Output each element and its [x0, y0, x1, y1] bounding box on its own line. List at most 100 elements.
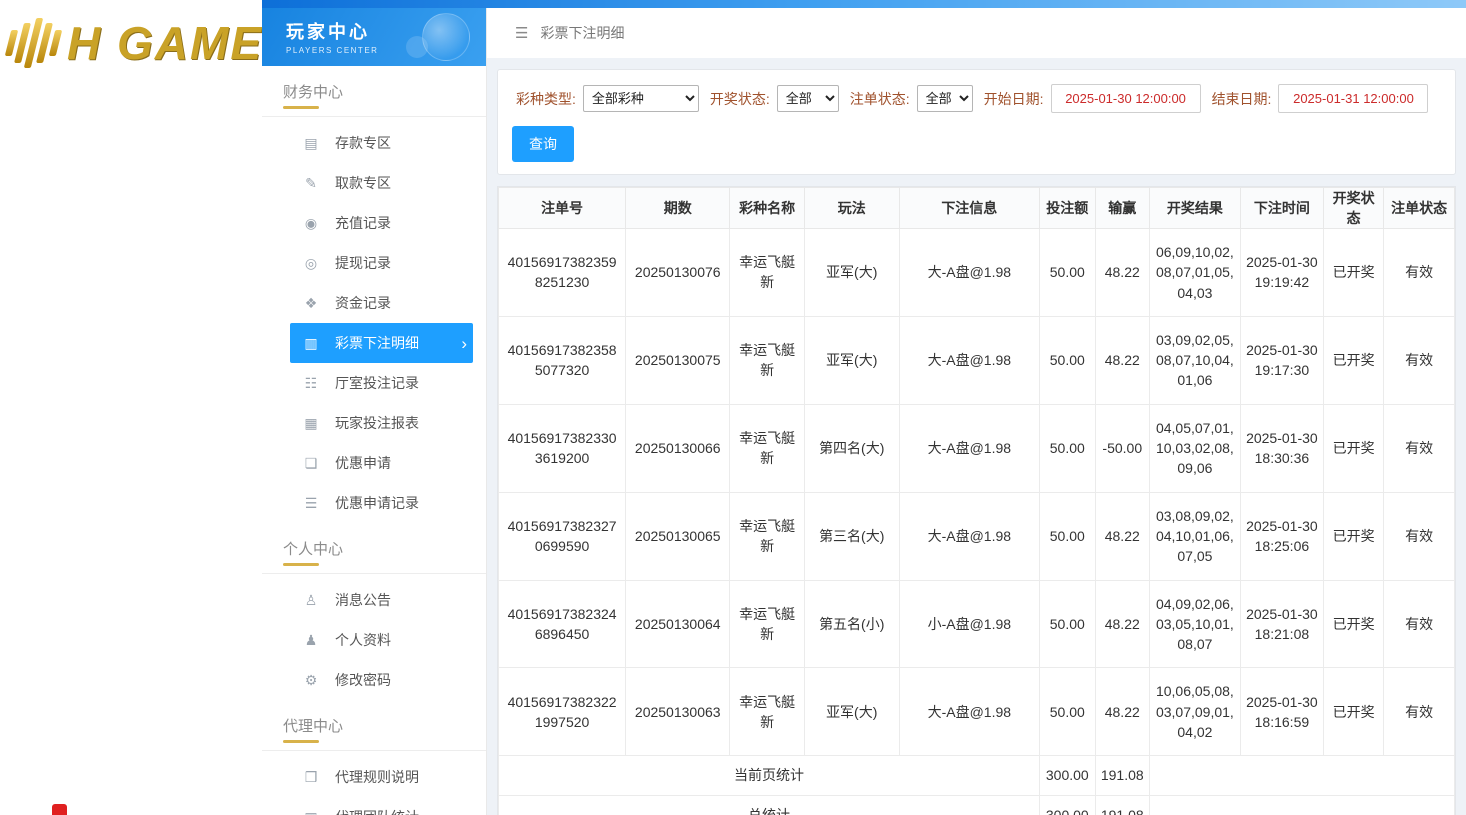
- search-button[interactable]: 查询: [512, 126, 574, 162]
- table-cell: 50.00: [1040, 668, 1095, 756]
- table-cell: 幸运飞艇新: [730, 404, 805, 492]
- sidebar-item-label: 彩票下注明细: [335, 333, 419, 353]
- table-cell: 2025-01-30 19:19:42: [1240, 229, 1323, 317]
- table-cell: 第五名(小): [804, 580, 899, 668]
- end-date-label: 结束日期:: [1212, 89, 1272, 109]
- filter-row: 彩种类型: 全部彩种 开奖状态: 全部 注单状态: 全部 开始日期: 结束日期:: [512, 84, 1441, 113]
- table-cell: 48.22: [1095, 229, 1149, 317]
- start-date-label: 开始日期:: [984, 89, 1044, 109]
- table-header-row: 注单号期数彩种名称玩法下注信息投注额输赢开奖结果下注时间开奖状态注单状态: [499, 188, 1455, 229]
- top-accent-bar: [262, 0, 1466, 8]
- lottery-bet-detail-icon: ▥: [302, 335, 320, 352]
- table-cell: 2025-01-30 18:16:59: [1240, 668, 1323, 756]
- sidebar-item-label: 优惠申请记录: [335, 493, 419, 513]
- sidebar-section-title: 个人中心: [262, 523, 486, 574]
- table-cell: 401569173823303619200: [499, 404, 626, 492]
- ball-decoration-small-icon: [406, 36, 428, 58]
- table-cell: 20250130075: [626, 316, 730, 404]
- table-cell: 已开奖: [1323, 668, 1383, 756]
- table-cell: 20250130064: [626, 580, 730, 668]
- sidebar-item-label: 厅室投注记录: [335, 373, 419, 393]
- table-cell: 第三名(大): [804, 492, 899, 580]
- summary-row: 总统计300.00191.08: [499, 795, 1455, 815]
- logo-panel: H GAME: [0, 0, 262, 815]
- sidebar-item-lottery-bet-detail[interactable]: ▥彩票下注明细›: [290, 323, 473, 363]
- sidebar-item-label: 优惠申请: [335, 453, 391, 473]
- sidebar-item-profile[interactable]: ♟个人资料: [290, 620, 473, 660]
- sidebar-item-hall-bet-record[interactable]: ☷厅室投注记录: [290, 363, 473, 403]
- table-cell: 48.22: [1095, 492, 1149, 580]
- promo-apply-icon: ❏: [302, 455, 320, 472]
- table-row: 40156917382327069959020250130065幸运飞艇新第三名…: [499, 492, 1455, 580]
- summary-cell: 191.08: [1095, 795, 1149, 815]
- sidebar-item-cashout-record[interactable]: ◎提现记录: [290, 243, 473, 283]
- sidebar-item-player-bet-report[interactable]: ▦ 玩家投注报表: [290, 403, 473, 443]
- table-cell: 48.22: [1095, 580, 1149, 668]
- sidebar-item-label: 提现记录: [335, 253, 391, 273]
- sidebar-item-agent-rules[interactable]: ❒代理规则说明: [290, 757, 473, 797]
- table-row: 40156917382322199752020250130063幸运飞艇新亚军(…: [499, 668, 1455, 756]
- order-status-select[interactable]: 全部: [917, 85, 973, 112]
- sidebar-item-recharge-record[interactable]: ◉充值记录: [290, 203, 473, 243]
- table-cell: 2025-01-30 18:30:36: [1240, 404, 1323, 492]
- lottery-type-select[interactable]: 全部彩种: [583, 85, 699, 112]
- sidebar-item-label: 代理团队统计: [335, 807, 419, 815]
- sidebar-item-funds-record[interactable]: ❖资金记录: [290, 283, 473, 323]
- menu-icon[interactable]: ☰: [515, 24, 528, 42]
- table-cell: 幸运飞艇新: [730, 668, 805, 756]
- summary-cell: 191.08: [1095, 756, 1149, 795]
- section-underline: [283, 563, 319, 566]
- main-header: ☰ 彩票下注明细: [487, 8, 1466, 58]
- logo-text: H GAME: [67, 16, 263, 70]
- column-header: 开奖结果: [1150, 188, 1241, 229]
- agent-team-stats-icon: ▥: [302, 809, 320, 815]
- change-password-icon: ⚙: [302, 672, 320, 689]
- table-cell: 401569173823246896450: [499, 580, 626, 668]
- sidebar-item-label: 玩家投注报表: [335, 413, 419, 433]
- sidebar-item-message-announcement[interactable]: ♙消息公告: [290, 580, 473, 620]
- sidebar-item-change-password[interactable]: ⚙修改密码: [290, 660, 473, 700]
- draw-status-select[interactable]: 全部: [777, 85, 839, 112]
- sidebar-item-promo-apply[interactable]: ❏ 优惠申请: [290, 443, 473, 483]
- lottery-type-label: 彩种类型:: [516, 89, 576, 109]
- column-header: 输赢: [1095, 188, 1149, 229]
- funds-record-icon: ❖: [302, 295, 320, 312]
- sidebar-section-title: 代理中心: [262, 700, 486, 751]
- withdraw-icon: ✎: [302, 175, 320, 192]
- table-cell: 401569173823221997520: [499, 668, 626, 756]
- table-cell: 03,08,09,02,04,10,01,06,07,05: [1150, 492, 1241, 580]
- sidebar-item-label: 存款专区: [335, 133, 391, 153]
- logo-bars-icon: [2, 17, 66, 69]
- table-cell: 大-A盘@1.98: [899, 229, 1040, 317]
- table-cell: 大-A盘@1.98: [899, 668, 1040, 756]
- end-date-input[interactable]: [1278, 84, 1428, 113]
- table-cell: 50.00: [1040, 229, 1095, 317]
- sidebar-item-label: 代理规则说明: [335, 767, 419, 787]
- summary-cell: 300.00: [1040, 756, 1095, 795]
- red-badge-icon: [52, 804, 67, 815]
- table-cell: 亚军(大): [804, 668, 899, 756]
- table-cell: 48.22: [1095, 668, 1149, 756]
- table-cell: 有效: [1384, 229, 1455, 317]
- table-cell: 有效: [1384, 316, 1455, 404]
- sidebar-item-deposit[interactable]: ▤ 存款专区: [290, 123, 473, 163]
- sidebar-item-agent-team-stats[interactable]: ▥ 代理团队统计: [290, 797, 473, 815]
- start-date-input[interactable]: [1051, 84, 1201, 113]
- table-cell: 2025-01-30 19:17:30: [1240, 316, 1323, 404]
- sidebar-item-withdraw[interactable]: ✎取款专区: [290, 163, 473, 203]
- column-header: 玩法: [804, 188, 899, 229]
- table-cell: 20250130066: [626, 404, 730, 492]
- table-cell: 04,05,07,01,10,03,02,08,09,06: [1150, 404, 1241, 492]
- table-cell: 已开奖: [1323, 492, 1383, 580]
- table-cell: 已开奖: [1323, 580, 1383, 668]
- table-cell: 幸运飞艇新: [730, 580, 805, 668]
- deposit-icon: ▤: [302, 135, 320, 152]
- column-header: 期数: [626, 188, 730, 229]
- player-bet-report-icon: ▦: [302, 415, 320, 432]
- table-cell: 大-A盘@1.98: [899, 492, 1040, 580]
- table-cell: 50.00: [1040, 316, 1095, 404]
- table-cell: 401569173823270699590: [499, 492, 626, 580]
- summary-cell: 当前页统计: [499, 756, 1040, 795]
- promo-apply-record-icon: ☰: [302, 495, 320, 512]
- sidebar-item-promo-apply-record[interactable]: ☰ 优惠申请记录: [290, 483, 473, 523]
